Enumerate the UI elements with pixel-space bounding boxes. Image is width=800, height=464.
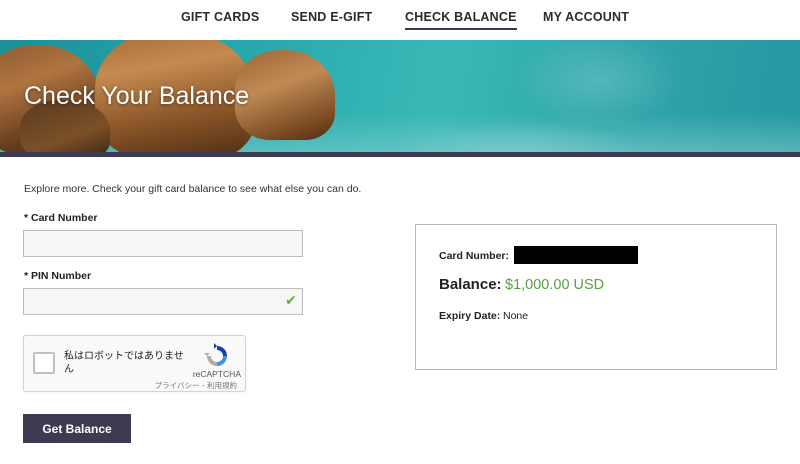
recaptcha-checkbox[interactable]: [33, 352, 55, 374]
balance-result-panel: Card Number: Balance: $1,000.00 USD Expi…: [415, 224, 777, 370]
expiry-date-label: Expiry Date:: [439, 310, 501, 322]
hero-banner: Check Your Balance: [0, 40, 800, 152]
nav-send-egift[interactable]: SEND E-GIFT: [291, 10, 372, 28]
nav-my-account[interactable]: MY ACCOUNT: [543, 10, 629, 28]
valid-check-icon: ✔: [285, 292, 297, 308]
redacted-card-number: [514, 246, 638, 264]
pin-number-label: * PIN Number: [24, 270, 92, 282]
recaptcha-widget: 私はロボットではありません reCAPTCHA プライバシー - 利用規約: [23, 335, 246, 392]
recaptcha-links[interactable]: プライバシー - 利用規約: [155, 380, 237, 391]
top-navigation: GIFT CARDS SEND E-GIFT CHECK BALANCE MY …: [0, 0, 800, 40]
nav-gift-cards[interactable]: GIFT CARDS: [181, 10, 259, 28]
recaptcha-label: 私はロボットではありません: [64, 351, 184, 375]
card-number-input[interactable]: [23, 230, 303, 257]
get-balance-button[interactable]: Get Balance: [23, 414, 131, 443]
balance-label: Balance:: [439, 276, 502, 293]
recaptcha-logo-icon: [204, 343, 227, 366]
intro-text: Explore more. Check your gift card balan…: [24, 183, 362, 195]
card-number-label: * Card Number: [24, 212, 98, 224]
balance-value: $1,000.00 USD: [505, 277, 605, 293]
recaptcha-brand: reCAPTCHA: [192, 369, 241, 379]
result-card-number-label: Card Number:: [439, 250, 510, 262]
page-title: Check Your Balance: [24, 82, 250, 110]
nav-check-balance[interactable]: CHECK BALANCE: [405, 10, 517, 30]
expiry-date-value: None: [503, 310, 529, 322]
pin-number-input[interactable]: [23, 288, 303, 315]
hero-divider: [0, 152, 800, 157]
hero-rock: [235, 50, 335, 140]
